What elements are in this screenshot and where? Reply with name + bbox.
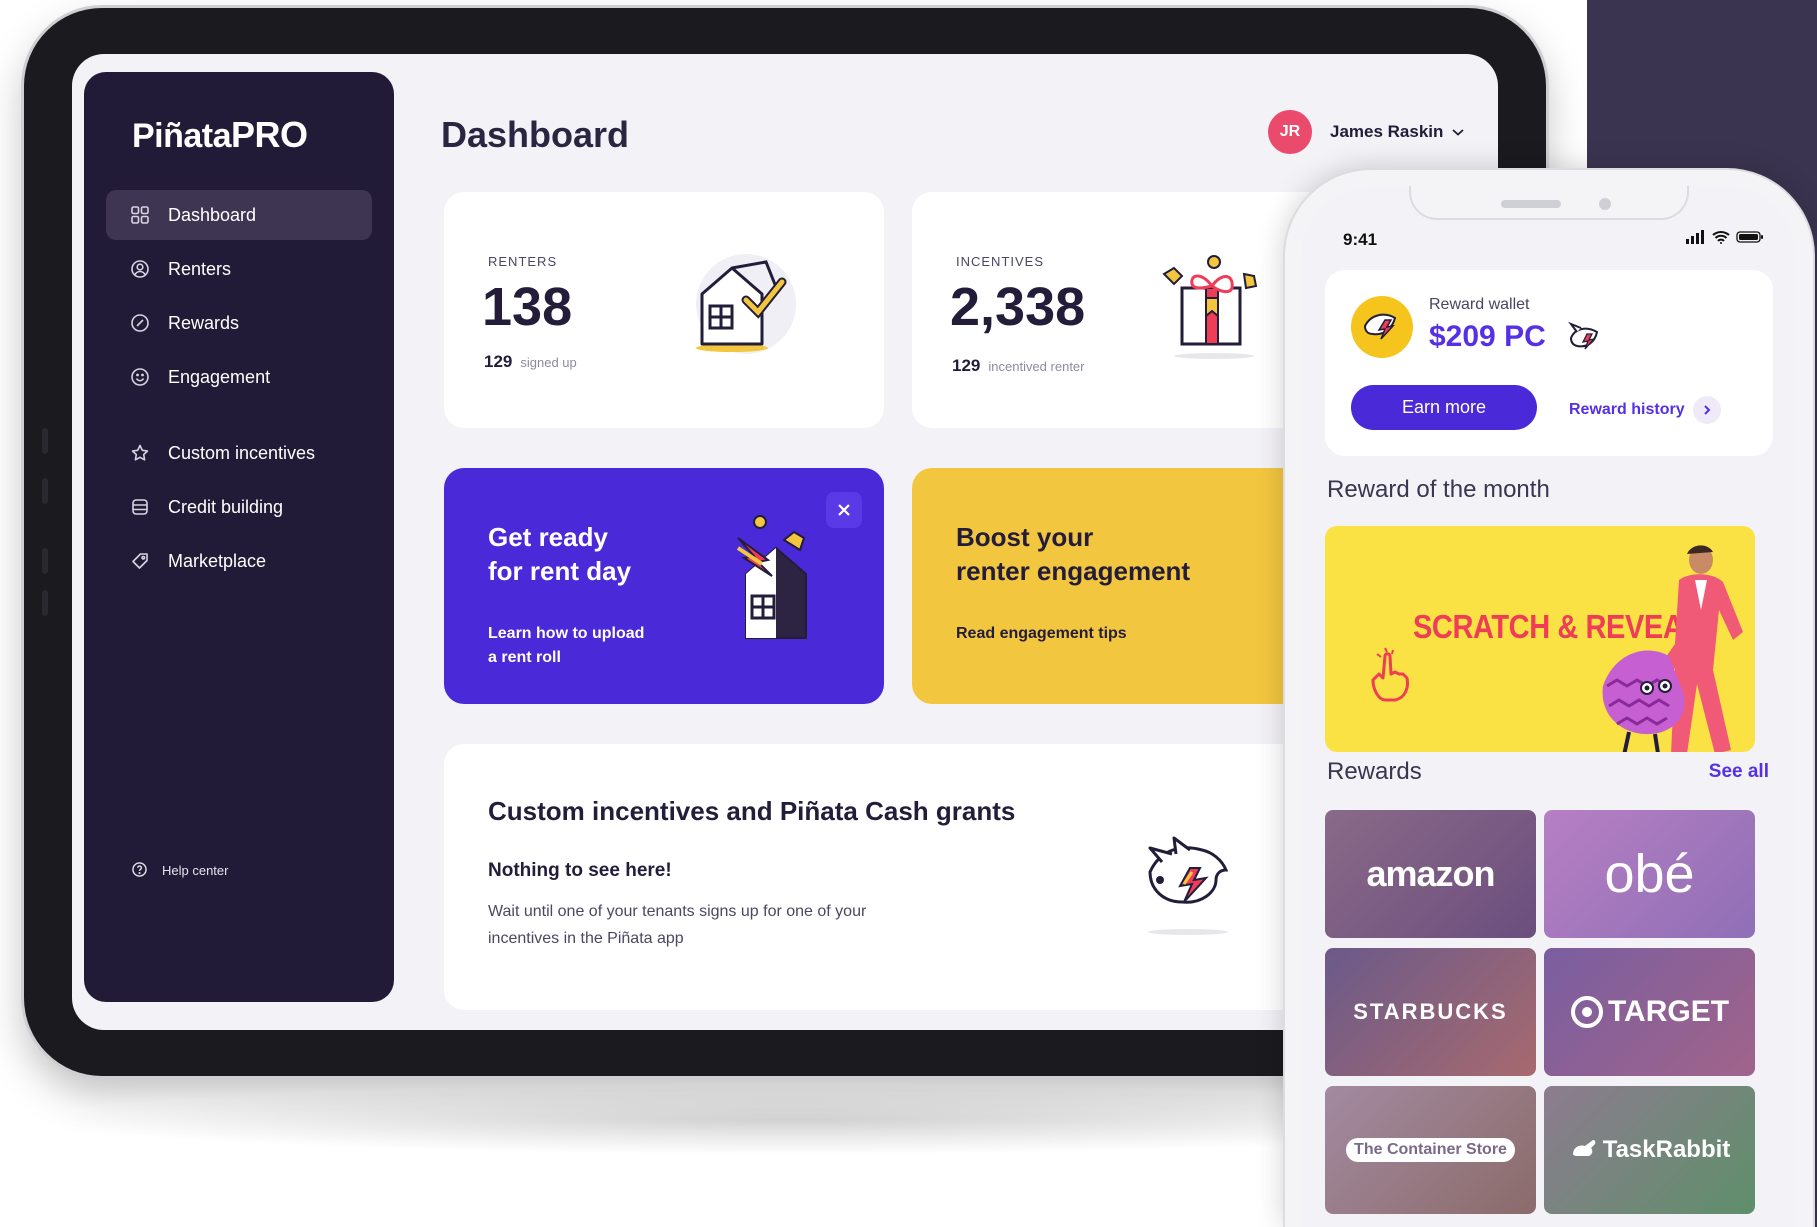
close-button[interactable] bbox=[826, 492, 862, 528]
avatar[interactable]: JR bbox=[1268, 110, 1312, 154]
reward-tile-starbucks[interactable]: STARBUCKS bbox=[1325, 948, 1536, 1076]
reward-tile-target[interactable]: TARGET bbox=[1544, 948, 1755, 1076]
reward-tile-taskrabbit[interactable]: TaskRabbit bbox=[1544, 1086, 1755, 1214]
chevron-down-icon bbox=[1452, 129, 1465, 136]
phone-frame: 9:41 Reward wallet $209 PC Earn more Rew… bbox=[1285, 170, 1813, 1227]
rent-day-title: Get ready for rent day bbox=[488, 522, 632, 586]
help-icon bbox=[132, 862, 148, 878]
pinata-coin-icon bbox=[1351, 296, 1413, 358]
status-time: 9:41 bbox=[1343, 230, 1378, 249]
rewards-title: Rewards bbox=[1327, 758, 1422, 785]
sidebar: PiñataPRO Dashboard Renters Rewards Enga… bbox=[84, 72, 394, 1002]
container-store-logo: The Container Store bbox=[1346, 1138, 1515, 1162]
tablet-side-button bbox=[42, 590, 48, 616]
user-circle-icon bbox=[130, 259, 150, 279]
obe-logo: obé bbox=[1604, 844, 1695, 904]
user-menu[interactable]: JR James Raskin bbox=[1268, 110, 1465, 154]
target-logo: TARGET bbox=[1607, 995, 1730, 1028]
sidebar-item-label: Renters bbox=[168, 258, 232, 279]
reward-tile-obe[interactable]: obé bbox=[1544, 810, 1755, 938]
page-title: Dashboard bbox=[441, 114, 630, 155]
sidebar-item-rewards[interactable]: Rewards bbox=[106, 298, 372, 348]
target-bullseye-icon bbox=[1570, 996, 1603, 1028]
phone-camera bbox=[1599, 198, 1611, 210]
reward-icon bbox=[130, 313, 150, 333]
close-icon bbox=[838, 504, 850, 516]
tag-icon bbox=[130, 551, 150, 571]
renters-value: 138 bbox=[482, 277, 573, 337]
engagement-title: Boost your renter engagement bbox=[956, 522, 1191, 586]
database-icon bbox=[130, 497, 150, 517]
wallet-balance: $209 PC bbox=[1429, 320, 1546, 353]
smile-icon bbox=[130, 367, 150, 387]
renters-label: RENTERS bbox=[488, 254, 558, 269]
rent-roll-link[interactable]: Learn how to upload a rent roll bbox=[488, 622, 644, 670]
help-center-link[interactable]: Help center bbox=[132, 862, 228, 878]
rent-day-card[interactable]: Get ready for rent day Learn how to uploa… bbox=[444, 468, 884, 704]
grid-icon bbox=[130, 205, 150, 225]
renters-card[interactable]: RENTERS 138 129 signed up bbox=[444, 192, 884, 428]
engagement-tips-link[interactable]: Read engagement tips bbox=[956, 622, 1127, 646]
star-icon bbox=[130, 443, 150, 463]
flying-pinata-icon bbox=[1148, 836, 1229, 935]
taskrabbit-logo: TaskRabbit bbox=[1602, 1136, 1731, 1163]
reward-of-month-title: Reward of the month bbox=[1327, 476, 1550, 503]
house-check-icon bbox=[696, 254, 796, 354]
tablet-side-button bbox=[42, 548, 48, 574]
rabbit-icon bbox=[1572, 1140, 1596, 1156]
status-icons bbox=[1686, 230, 1764, 244]
pointing-hand-icon bbox=[1371, 647, 1409, 702]
empty-state-title: Nothing to see here! bbox=[488, 860, 672, 881]
wifi-icon bbox=[1712, 231, 1730, 244]
app-logo[interactable]: PiñataPRO bbox=[132, 114, 308, 156]
reward-of-month-banner[interactable]: SCRATCH & REVEAL bbox=[1325, 526, 1755, 752]
sidebar-item-label: Credit building bbox=[168, 496, 284, 517]
sidebar-item-marketplace[interactable]: Marketplace bbox=[106, 536, 372, 586]
empty-state-body: Wait until one of your tenants signs up … bbox=[488, 903, 867, 947]
sidebar-item-dashboard[interactable]: Dashboard bbox=[106, 190, 372, 240]
help-center-label: Help center bbox=[162, 862, 229, 878]
sidebar-item-label: Marketplace bbox=[168, 550, 267, 571]
tablet-side-button bbox=[42, 428, 48, 454]
incentives-count: 129 incentived renter bbox=[952, 356, 1085, 375]
phone-speaker bbox=[1501, 200, 1561, 208]
sidebar-item-label: Engagement bbox=[168, 366, 271, 387]
gift-icon bbox=[1162, 255, 1258, 359]
reward-tile-amazon[interactable]: amazon bbox=[1325, 810, 1536, 938]
phone-screen: 9:41 Reward wallet $209 PC Earn more Rew… bbox=[1301, 186, 1797, 1227]
sidebar-item-label: Dashboard bbox=[168, 204, 257, 225]
custom-incentives-card: Custom incentives and Piñata Cash grants… bbox=[444, 744, 1352, 1010]
incentives-value: 2,338 bbox=[950, 277, 1086, 337]
custom-incentives-title: Custom incentives and Piñata Cash grants bbox=[488, 796, 1016, 826]
amazon-logo: amazon bbox=[1366, 853, 1495, 894]
reward-wallet-card: Reward wallet $209 PC Earn more Reward h… bbox=[1325, 270, 1773, 456]
signal-icon bbox=[1686, 230, 1704, 244]
sidebar-item-engagement[interactable]: Engagement bbox=[106, 352, 372, 402]
sidebar-item-renters[interactable]: Renters bbox=[106, 244, 372, 294]
incentives-label: INCENTIVES bbox=[956, 254, 1045, 269]
earn-more-button[interactable]: Earn more bbox=[1351, 385, 1537, 430]
sidebar-item-label: Custom incentives bbox=[168, 442, 316, 463]
man-with-pinata-illustration bbox=[1602, 545, 1743, 752]
reward-history-link[interactable]: Reward history bbox=[1569, 396, 1721, 424]
pinata-mini-icon bbox=[1568, 321, 1599, 350]
renters-signed-up: 129 signed up bbox=[484, 352, 577, 371]
sidebar-item-custom-incentives[interactable]: Custom incentives bbox=[106, 428, 372, 478]
reward-tile-container-store[interactable]: The Container Store bbox=[1325, 1086, 1536, 1214]
rent-house-icon bbox=[736, 515, 807, 639]
sidebar-item-credit-building[interactable]: Credit building bbox=[106, 482, 372, 532]
wallet-label: Reward wallet bbox=[1429, 296, 1530, 313]
sidebar-item-label: Rewards bbox=[168, 312, 240, 333]
see-all-link[interactable]: See all bbox=[1709, 761, 1769, 783]
battery-icon bbox=[1736, 231, 1763, 243]
starbucks-logo: STARBUCKS bbox=[1353, 999, 1508, 1024]
chevron-right-icon bbox=[1692, 396, 1721, 424]
tablet-side-button bbox=[42, 478, 48, 504]
user-name: James Raskin bbox=[1330, 122, 1444, 141]
